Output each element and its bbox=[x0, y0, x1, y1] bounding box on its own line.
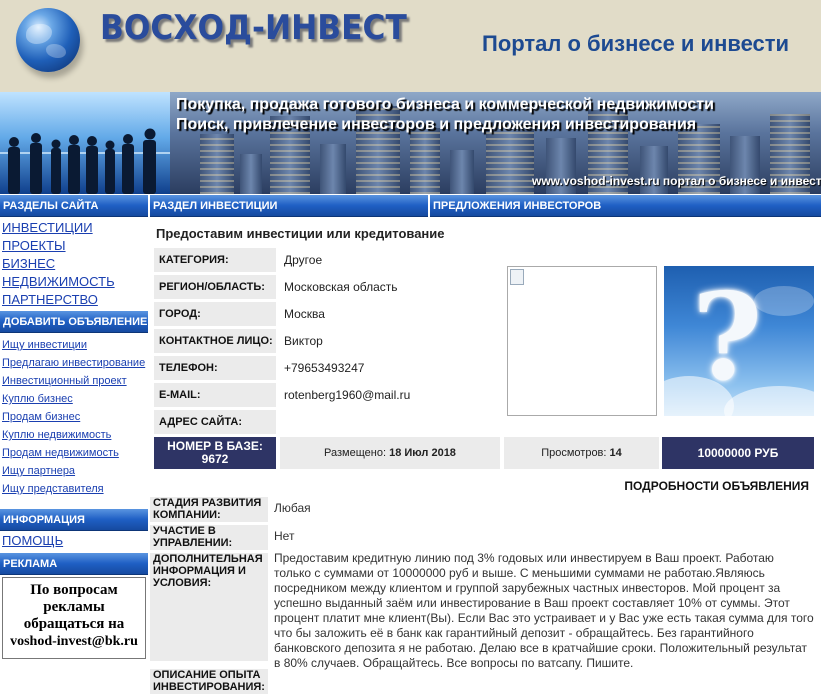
sidebar-item-projects[interactable]: ПРОЕКТЫ bbox=[0, 237, 148, 255]
stat-views: Просмотров: 14 bbox=[504, 437, 659, 469]
stat-db-number: НОМЕР В БАЗЕ: 9672 bbox=[154, 437, 276, 469]
field-label: ТЕЛЕФОН: bbox=[154, 356, 276, 380]
banner-slogan-line1: Покупка, продажа готового бизнеса и комм… bbox=[176, 96, 714, 113]
detail-label-experience: ОПИСАНИЕ ОПЫТА ИНВЕСТИРОВАНИЯ: bbox=[150, 669, 268, 694]
site-header: ВОСХОД-ИНВЕСТ Портал о бизнесе и инвести bbox=[0, 0, 821, 92]
globe-logo-icon[interactable] bbox=[16, 8, 80, 72]
sidebar-info-header: ИНФОРМАЦИЯ bbox=[0, 509, 148, 531]
field-label: КОНТАКТНОЕ ЛИЦО: bbox=[154, 329, 276, 353]
silhouettes-icon bbox=[8, 128, 156, 194]
sidebar-item-real-estate[interactable]: НЕДВИЖИМОСТЬ bbox=[0, 273, 148, 291]
ad-line: рекламы bbox=[43, 599, 105, 615]
broken-image-icon bbox=[510, 269, 524, 285]
question-mark-icon: ? bbox=[692, 267, 763, 408]
add-link-sell-business[interactable]: Продам бизнес bbox=[0, 408, 148, 426]
field-value: Другое bbox=[284, 253, 323, 267]
detail-label-management: УЧАСТИЕ В УПРАВЛЕНИИ: bbox=[150, 525, 268, 550]
business-people-silhouettes-image bbox=[0, 92, 170, 194]
sidebar-item-investments[interactable]: ИНВЕСТИЦИИ bbox=[0, 219, 148, 237]
ad-photo-broken-image[interactable] bbox=[507, 266, 657, 416]
sidebar-sections-header: РАЗДЕЛЫ САЙТА bbox=[0, 195, 148, 217]
add-link-buy-business[interactable]: Куплю бизнес bbox=[0, 390, 148, 408]
details-section-title: ПОДРОБНОСТИ ОБЪЯВЛЕНИЯ bbox=[624, 479, 809, 493]
banner-slogan-line2: Поиск, привлечение инвесторов и предложе… bbox=[176, 116, 697, 133]
sidebar-add-header: ДОБАВИТЬ ОБЪЯВЛЕНИЕ bbox=[0, 311, 148, 333]
field-label: ГОРОД: bbox=[154, 302, 276, 326]
detail-value-additional-info: Предоставим кредитную линию под 3% годов… bbox=[274, 551, 814, 670]
detail-value-management: Нет bbox=[274, 529, 295, 543]
stat-label: Просмотров: bbox=[541, 447, 607, 459]
ad-title: Предоставим инвестиции или кредитование bbox=[156, 226, 445, 241]
field-value: Виктор bbox=[284, 334, 323, 348]
add-link-buy-real-estate[interactable]: Куплю недвижимость bbox=[0, 426, 148, 444]
tab-bar: РАЗДЕЛ ИНВЕСТИЦИИ ПРЕДЛОЖЕНИЯ ИНВЕСТОРОВ bbox=[150, 195, 821, 217]
portal-title: Портал о бизнесе и инвести bbox=[482, 31, 790, 56]
question-mark-cloud-image[interactable]: ? bbox=[664, 266, 814, 416]
sidebar-item-partnership[interactable]: ПАРТНЕРСТВО bbox=[0, 291, 148, 309]
field-value: Москва bbox=[284, 307, 325, 321]
field-label: АДРЕС САЙТА: bbox=[154, 410, 276, 434]
stat-price: 10000000 РУБ bbox=[662, 437, 814, 469]
add-link-investment-project[interactable]: Инвестиционный проект bbox=[0, 372, 148, 390]
field-value: Московская область bbox=[284, 280, 398, 294]
field-label: E-MAIL: bbox=[154, 383, 276, 407]
advertising-box[interactable]: По вопросам рекламы обращаться на voshod… bbox=[2, 577, 146, 659]
stat-label: Размещено: bbox=[324, 447, 387, 459]
field-label: КАТЕГОРИЯ: bbox=[154, 248, 276, 272]
stat-posted-date: Размещено: 18 Июл 2018 bbox=[280, 437, 500, 469]
detail-value-stage: Любая bbox=[274, 501, 311, 515]
sidebar-ads-header: РЕКЛАМА bbox=[0, 553, 148, 575]
field-value-email[interactable]: rotenberg1960@mail.ru bbox=[284, 383, 410, 407]
field-value: +79653493247 bbox=[284, 361, 365, 375]
stat-value: 18 Июл 2018 bbox=[389, 447, 456, 459]
ad-line: По вопросам bbox=[30, 582, 118, 598]
sidebar-item-help[interactable]: ПОМОЩЬ bbox=[0, 532, 148, 550]
ad-email: voshod-invest@bk.ru bbox=[10, 634, 138, 649]
sidebar: РАЗДЕЛЫ САЙТА ИНВЕСТИЦИИ ПРОЕКТЫ БИЗНЕС … bbox=[0, 195, 148, 659]
tab-investments-section[interactable]: РАЗДЕЛ ИНВЕСТИЦИИ bbox=[150, 195, 428, 217]
site-logo-text[interactable]: ВОСХОД-ИНВЕСТ bbox=[100, 8, 407, 48]
detail-label-additional-info: ДОПОЛНИТЕЛЬНАЯ ИНФОРМАЦИЯ И УСЛОВИЯ: bbox=[150, 553, 268, 661]
add-link-seek-representative[interactable]: Ищу представителя bbox=[0, 480, 148, 498]
add-link-sell-real-estate[interactable]: Продам недвижимость bbox=[0, 444, 148, 462]
detail-label-stage: СТАДИЯ РАЗВИТИЯ КОМПАНИИ: bbox=[150, 497, 268, 522]
add-link-seek-partner[interactable]: Ищу партнера bbox=[0, 462, 148, 480]
stat-value: 14 bbox=[609, 447, 622, 459]
sidebar-item-business[interactable]: БИЗНЕС bbox=[0, 255, 148, 273]
ad-line: обращаться на bbox=[23, 616, 125, 632]
banner: Покупка, продажа готового бизнеса и комм… bbox=[0, 92, 821, 194]
add-link-seek-investment[interactable]: Ищу инвестиции bbox=[0, 336, 148, 354]
ad-stats-bar: НОМЕР В БАЗЕ: 9672 Размещено: 18 Июл 201… bbox=[154, 437, 814, 469]
tab-investor-offers[interactable]: ПРЕДЛОЖЕНИЯ ИНВЕСТОРОВ bbox=[430, 195, 821, 217]
add-link-offer-investment[interactable]: Предлагаю инвестирование bbox=[0, 354, 148, 372]
field-label: РЕГИОН/ОБЛАСТЬ: bbox=[154, 275, 276, 299]
stat-value: 9672 bbox=[201, 452, 229, 466]
banner-url: www.voshod-invest.ru портал о бизнесе и … bbox=[532, 174, 821, 188]
